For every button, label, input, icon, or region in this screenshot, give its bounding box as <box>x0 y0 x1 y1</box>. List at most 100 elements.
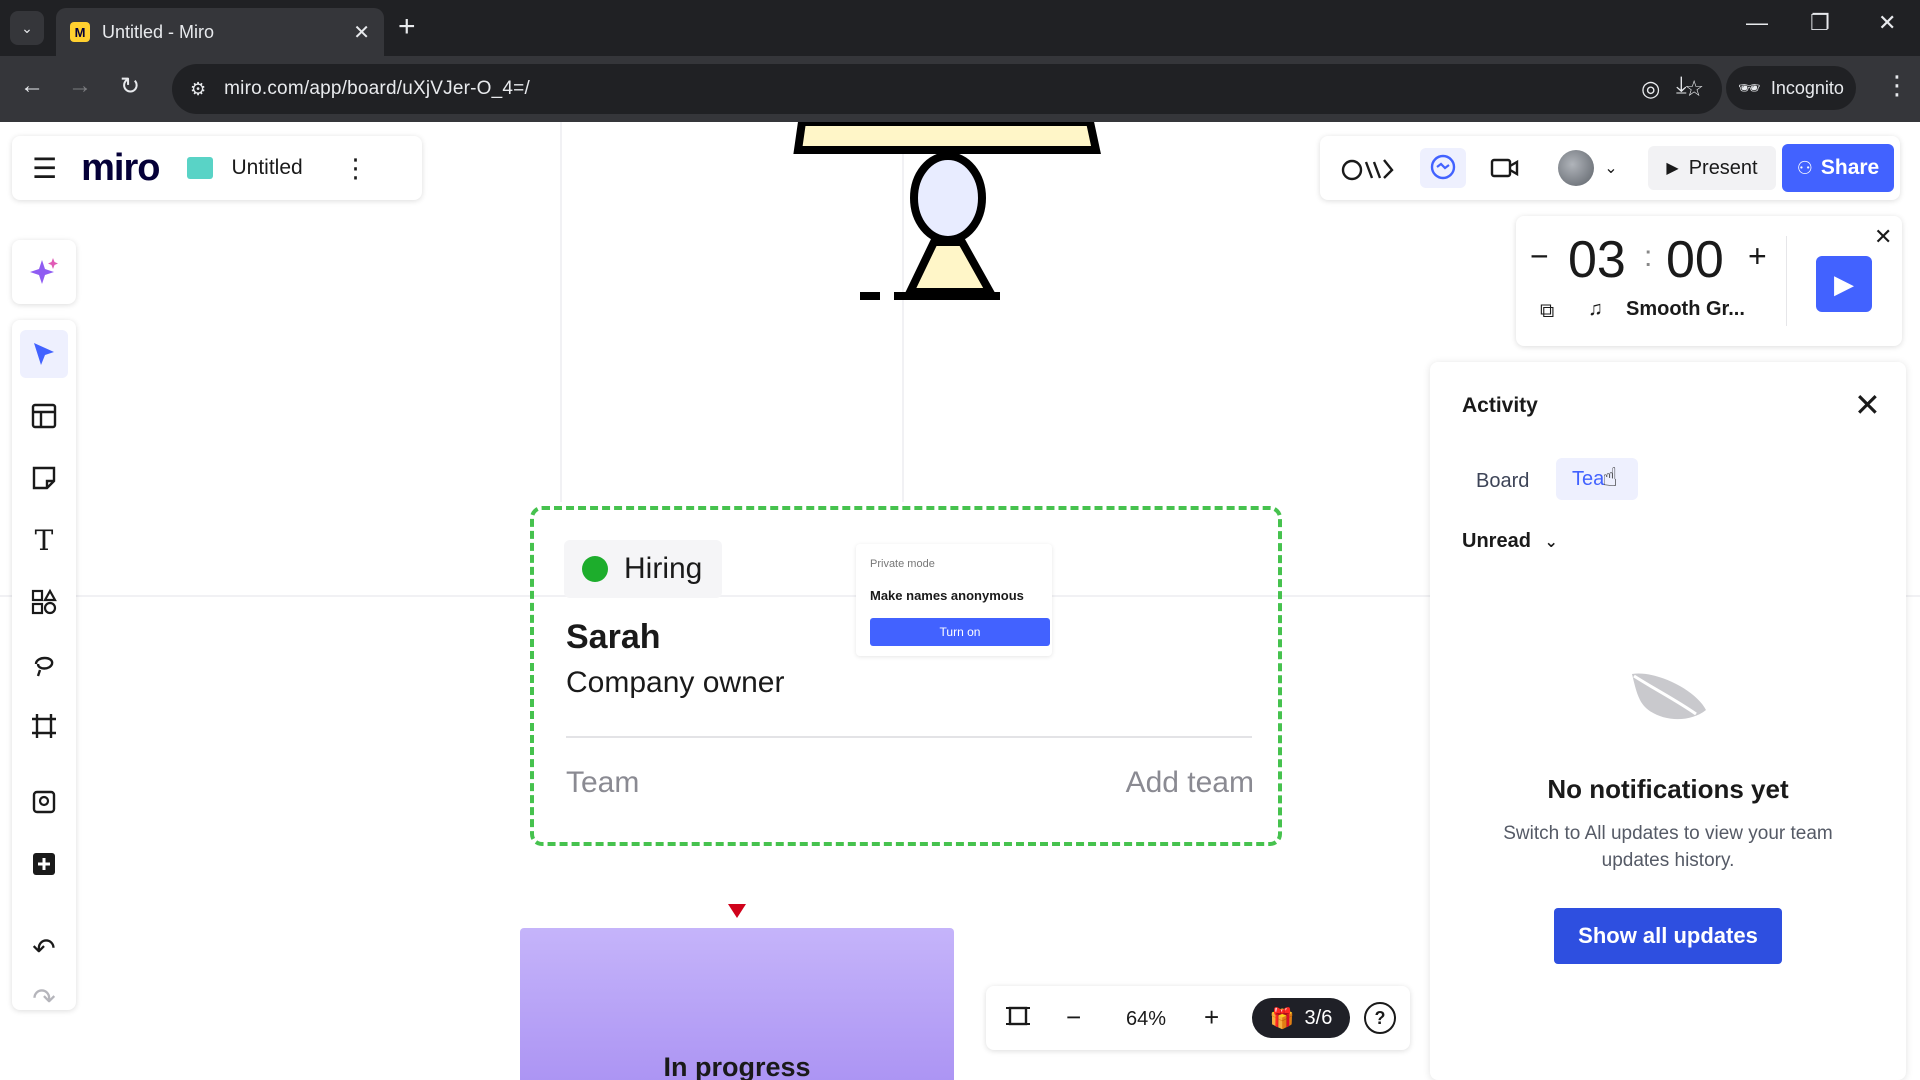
timer-seconds[interactable]: 00 <box>1666 230 1724 290</box>
zoom-level[interactable]: 64% <box>1126 1008 1166 1031</box>
browser-tab[interactable]: M Untitled - Miro ✕ <box>56 8 384 56</box>
avatar <box>1558 150 1595 186</box>
zoom-in-button[interactable]: + <box>1204 1002 1219 1033</box>
gift-icon: 🎁 <box>1269 1007 1295 1030</box>
incognito-label: Incognito <box>1770 77 1844 98</box>
incognito-indicator[interactable]: 🕶 Incognito <box>1726 66 1856 110</box>
play-icon: ▶ <box>1666 160 1679 177</box>
text-icon: T <box>34 523 54 557</box>
ai-assist-button[interactable] <box>12 240 76 304</box>
browser-toolbar: ← → ↻ ⚙ miro.com/app/board/uXjVJer-O_4=/… <box>0 56 1920 122</box>
team-label: Team <box>566 766 640 799</box>
board-more-icon[interactable]: ⋮ <box>343 153 369 184</box>
onboarding-progress-pill[interactable]: 🎁 3/6 <box>1252 998 1350 1038</box>
fit-to-screen-icon[interactable] <box>1004 1002 1032 1037</box>
profile-card[interactable]: Hiring Private mode Make names anonymous… <box>530 506 1282 846</box>
plus-square-icon <box>33 853 55 875</box>
browser-menu-icon[interactable]: ⋮ <box>1884 70 1910 101</box>
filter-label: Unread <box>1462 530 1531 552</box>
board-header-panel: ☰ miro Untitled ⋮ <box>12 136 422 200</box>
expand-icon[interactable]: ⧉ <box>1540 300 1554 323</box>
status-badge[interactable]: Hiring <box>564 540 722 598</box>
leaf-illustration-icon <box>1632 673 1706 720</box>
activity-panel: Activity ✕ Board Tea ☝ Unread ⌄ No notif… <box>1430 362 1906 1080</box>
comments-button[interactable] <box>1420 148 1466 188</box>
reload-button[interactable]: ↻ <box>120 72 140 101</box>
share-button[interactable]: ⚇ Share <box>1782 144 1894 192</box>
add-team-field[interactable]: Add team <box>1126 766 1254 800</box>
video-camera-icon <box>1490 158 1519 178</box>
redo-icon: ↷ <box>32 982 56 1014</box>
help-icon[interactable]: ? <box>1364 1002 1396 1034</box>
video-call-button[interactable] <box>1482 148 1528 188</box>
unread-filter-dropdown[interactable]: Unread ⌄ <box>1462 530 1558 553</box>
private-mode-preview: Private mode Make names anonymous Turn o… <box>856 544 1052 656</box>
forward-button[interactable]: → <box>68 72 92 100</box>
eye-off-icon[interactable]: ◎ <box>1641 76 1660 102</box>
lamp-illustration <box>793 122 1101 300</box>
present-button[interactable]: ▶ Present <box>1648 146 1776 190</box>
timer-decrease-button[interactable]: − <box>1530 238 1549 275</box>
bookmark-star-icon[interactable]: ☆ <box>1684 76 1704 102</box>
timer-minutes[interactable]: 03 <box>1568 230 1626 290</box>
new-tab-button[interactable]: + <box>398 12 416 42</box>
restore-window-button[interactable]: ❐ <box>1810 10 1830 36</box>
reactions-button[interactable] <box>1338 148 1402 188</box>
zoom-toolbar: − 64% + 🎁 3/6 ? <box>986 986 1410 1050</box>
main-menu-icon[interactable]: ☰ <box>32 152 57 185</box>
download-icon[interactable]: ⤓ <box>1676 72 1687 100</box>
back-button[interactable]: ← <box>20 72 44 100</box>
board-canvas[interactable]: ☰ miro Untitled ⋮ T ↶ ↷ ⌄ ▶ Present ⚇ Sh… <box>0 122 1920 1080</box>
sparkle-icon <box>30 258 58 284</box>
upload-tool-button[interactable] <box>20 778 68 826</box>
templates-tool-button[interactable] <box>20 392 68 440</box>
in-progress-card[interactable]: In progress <box>520 928 954 1080</box>
board-icon <box>187 157 214 179</box>
tab-close-icon[interactable]: ✕ <box>353 20 370 45</box>
person-name: Sarah <box>566 618 661 656</box>
tab-search-button[interactable]: ⌄ <box>10 11 44 45</box>
upload-image-icon <box>32 790 56 814</box>
timer-start-button[interactable]: ▶ <box>1816 256 1872 312</box>
shapes-tool-button[interactable] <box>20 578 68 626</box>
undo-icon: ↶ <box>32 932 56 964</box>
text-tool-button[interactable]: T <box>20 516 68 564</box>
site-settings-icon[interactable]: ⚙ <box>190 79 206 100</box>
collaborators-button[interactable]: ⌄ <box>1548 148 1628 188</box>
divider <box>566 736 1252 738</box>
miro-logo[interactable]: miro <box>81 147 160 190</box>
activity-close-icon[interactable]: ✕ <box>1854 386 1881 424</box>
status-dot <box>582 556 608 582</box>
url-text: miro.com/app/board/uXjVJer-O_4=/ <box>224 78 530 99</box>
music-track-label[interactable]: Smooth Gr... <box>1626 298 1745 321</box>
empty-state-title: No notifications yet <box>1547 774 1789 804</box>
show-all-updates-button[interactable]: Show all updates <box>1554 908 1782 964</box>
select-tool-button[interactable] <box>20 330 68 378</box>
timer-increase-button[interactable]: + <box>1748 238 1767 275</box>
private-mode-label: Private mode <box>870 558 935 570</box>
undo-button[interactable]: ↶ <box>20 924 68 972</box>
board-title[interactable]: Untitled <box>231 156 302 180</box>
divider <box>1786 236 1787 326</box>
frame-icon <box>32 714 56 738</box>
music-note-icon: ♫ <box>1588 298 1603 320</box>
timer-widget: − 03 : 00 + ⧉ ♫ Smooth Gr... ▶ ✕ <box>1516 216 1902 346</box>
minimize-window-button[interactable]: — <box>1746 10 1768 36</box>
tab-board[interactable]: Board <box>1476 470 1529 493</box>
address-bar[interactable]: ⚙ miro.com/app/board/uXjVJer-O_4=/ ◎ ☆ <box>172 64 1722 114</box>
timer-close-icon[interactable]: ✕ <box>1874 224 1892 250</box>
sticky-note-tool-button[interactable] <box>20 454 68 502</box>
close-window-button[interactable]: ✕ <box>1878 10 1896 36</box>
reactions-icon <box>1341 159 1394 181</box>
redo-button[interactable]: ↷ <box>20 974 68 1022</box>
zoom-out-button[interactable]: − <box>1066 1002 1081 1033</box>
frame-fit-icon <box>1006 1006 1030 1026</box>
status-label: Hiring <box>624 552 703 585</box>
pen-tool-button[interactable] <box>20 640 68 688</box>
chevron-down-icon: ⌄ <box>1544 534 1558 551</box>
incognito-icon: 🕶 <box>1738 77 1761 98</box>
tab-team[interactable]: Tea <box>1556 458 1638 500</box>
frame-tool-button[interactable] <box>20 702 68 750</box>
more-apps-button[interactable] <box>20 840 68 888</box>
browser-tab-bar: ⌄ M Untitled - Miro ✕ + — ❐ ✕ <box>0 0 1920 56</box>
